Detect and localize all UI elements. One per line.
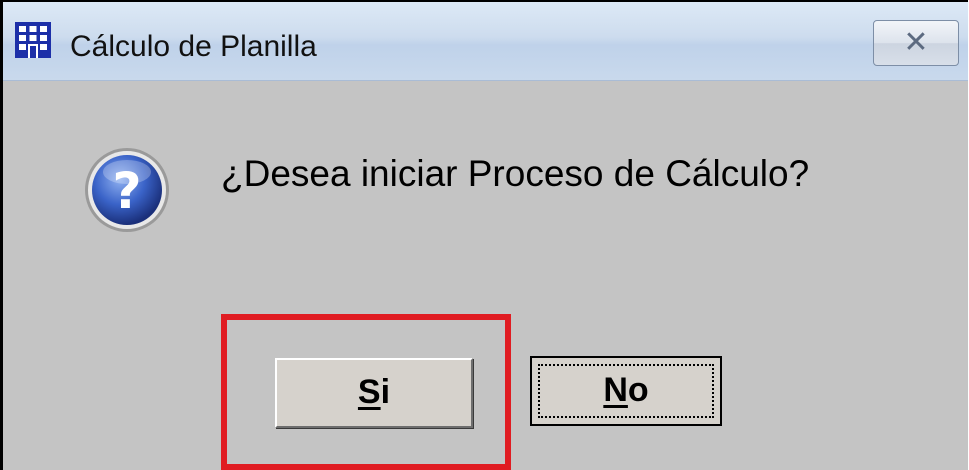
close-icon: ✕ (903, 25, 929, 60)
yes-button-label: Si (357, 373, 391, 411)
building-icon (13, 20, 53, 60)
dialog-message: ¿Desea iniciar Proceso de Cálculo? (221, 153, 810, 194)
dialog-window: Cálculo de Planilla ✕ ? ¿Desea iniciar P… (0, 0, 968, 470)
yes-button[interactable]: Si (275, 358, 473, 428)
title-bar[interactable]: Cálculo de Planilla ✕ (3, 2, 968, 81)
close-button[interactable]: ✕ (873, 20, 959, 66)
svg-text:?: ? (112, 162, 141, 220)
window-title: Cálculo de Planilla (70, 30, 317, 63)
question-icon: ? (81, 144, 173, 236)
no-button[interactable]: No (530, 356, 722, 426)
no-button-label: No (603, 371, 649, 409)
